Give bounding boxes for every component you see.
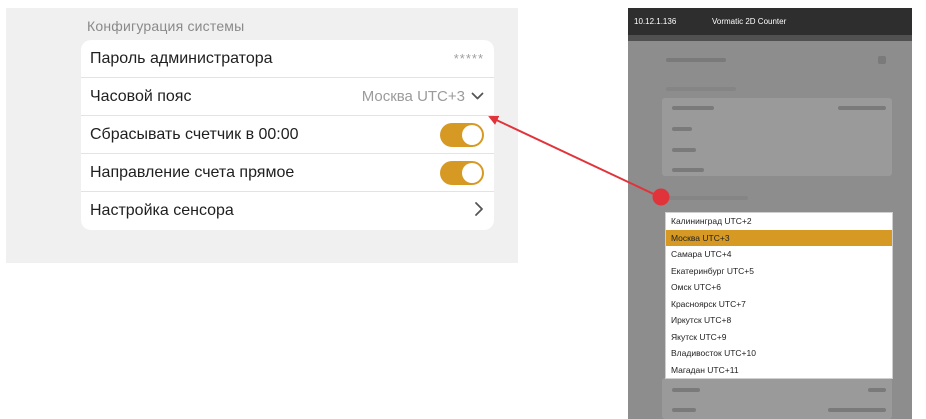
count-direction-label: Направление счета прямое xyxy=(90,163,295,181)
admin-password-label: Пароль администратора xyxy=(90,49,273,67)
reset-counter-label: Сбрасывать счетчик в 00:00 xyxy=(90,125,299,143)
timezone-label: Часовой пояс xyxy=(90,87,192,105)
blurred-text xyxy=(828,408,886,412)
timezone-option[interactable]: Екатеринбург UTC+5 xyxy=(666,263,892,280)
reset-counter-row: Сбрасывать счетчик в 00:00 xyxy=(81,116,494,154)
timezone-option[interactable]: Самара UTC+4 xyxy=(666,246,892,263)
blurred-text xyxy=(868,388,886,392)
blurred-text xyxy=(672,127,692,131)
settings-card: Пароль администратора ***** Часовой пояс… xyxy=(81,40,494,230)
phone-ip: 10.12.1.136 xyxy=(634,17,677,26)
sensor-settings-label: Настройка сенсора xyxy=(90,202,234,219)
blurred-text xyxy=(672,148,696,152)
timezone-row[interactable]: Часовой пояс Москва UTC+3 xyxy=(81,78,494,116)
timezone-value: Москва UTC+3 xyxy=(361,88,465,105)
blurred-text xyxy=(672,388,700,392)
timezone-option-selected[interactable]: Москва UTC+3 xyxy=(666,229,892,246)
blurred-text xyxy=(838,106,886,110)
timezone-dropdown: Калининград UTC+2 Москва UTC+3 Самара UT… xyxy=(665,212,893,379)
count-direction-row: Направление счета прямое xyxy=(81,154,494,192)
toggle-knob xyxy=(462,124,482,145)
section-title: Конфигурация системы xyxy=(87,18,245,34)
reset-counter-toggle[interactable] xyxy=(440,122,484,147)
count-direction-toggle[interactable] xyxy=(440,160,484,185)
chevron-down-icon xyxy=(471,88,484,105)
phone-app-title: Vormatic 2D Counter xyxy=(712,17,787,26)
blurred-text xyxy=(672,408,696,412)
blurred-card xyxy=(662,378,892,419)
blurred-text xyxy=(668,196,748,200)
blurred-text xyxy=(672,106,714,110)
timezone-select[interactable]: Москва UTC+3 xyxy=(362,88,484,105)
admin-password-value: ***** xyxy=(453,51,484,66)
blurred-icon xyxy=(878,56,886,64)
phone-status-bar: 10.12.1.136 Vormatic 2D Counter xyxy=(628,8,912,41)
timezone-option[interactable]: Калининград UTC+2 xyxy=(666,213,892,230)
timezone-option[interactable]: Якутск UTC+9 xyxy=(666,329,892,346)
chevron-right-icon xyxy=(474,201,484,222)
timezone-option[interactable]: Магадан UTC+11 xyxy=(666,362,892,379)
toggle-knob xyxy=(462,162,482,183)
timezone-option[interactable]: Омск UTC+6 xyxy=(666,279,892,296)
blurred-text xyxy=(666,58,726,62)
admin-password-row[interactable]: Пароль администратора ***** xyxy=(81,40,494,78)
blurred-text xyxy=(666,87,736,91)
timezone-option[interactable]: Красноярск UTC+7 xyxy=(666,296,892,313)
timezone-option[interactable]: Владивосток UTC+10 xyxy=(666,345,892,362)
sensor-settings-row[interactable]: Настройка сенсора xyxy=(81,192,494,230)
blurred-text xyxy=(672,168,704,172)
timezone-option[interactable]: Иркутск UTC+8 xyxy=(666,312,892,329)
